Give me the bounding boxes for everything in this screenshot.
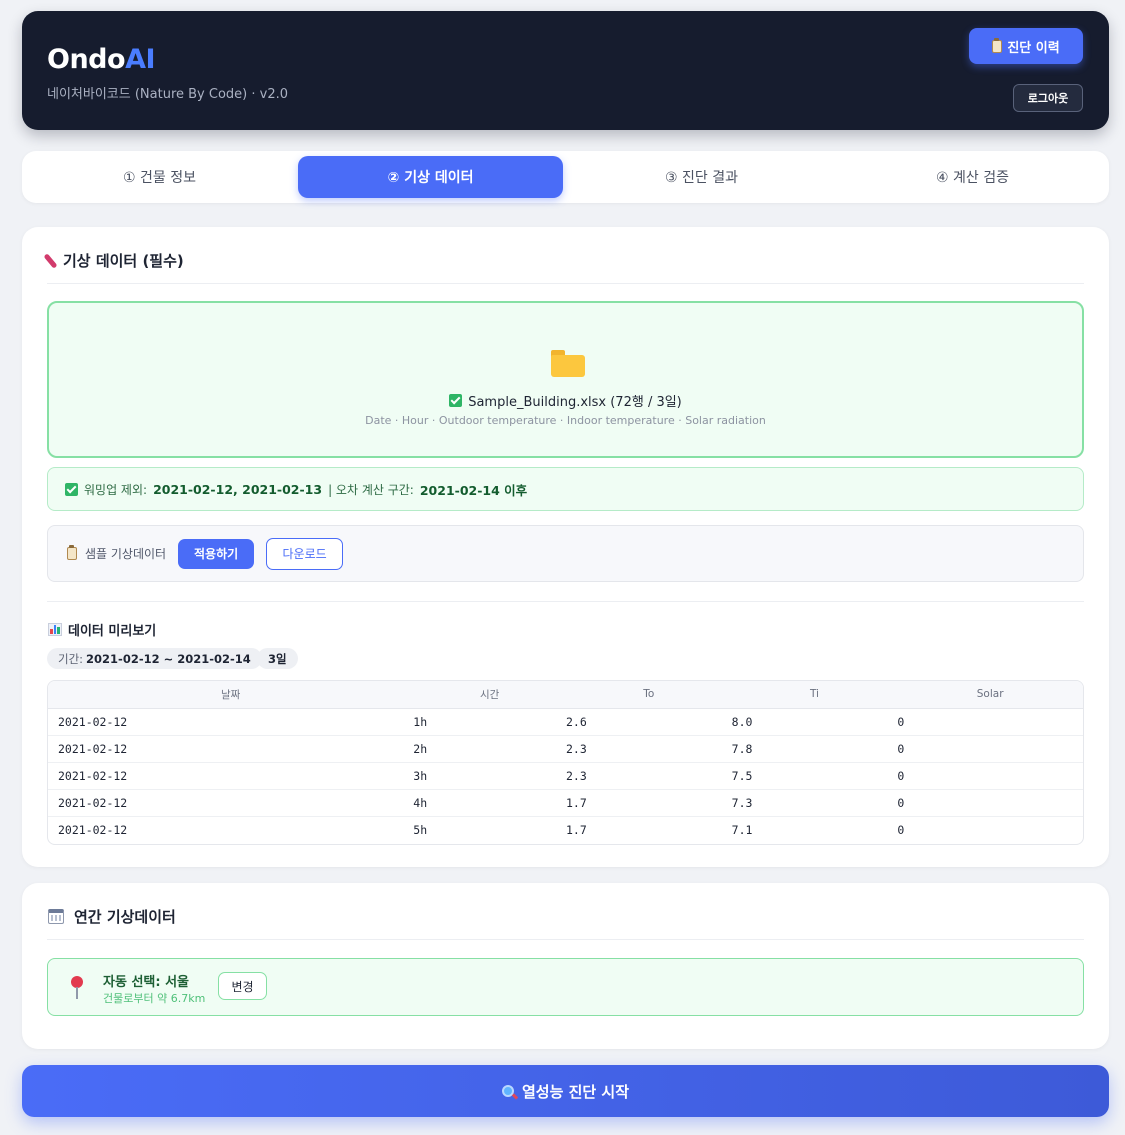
- table-cell: 1.7: [565, 822, 587, 837]
- table-cell: 7.8: [731, 735, 898, 763]
- checkmark-icon: [449, 394, 463, 407]
- table-cell: 5h: [413, 822, 428, 837]
- preview-title: 데이터 미리보기: [48, 620, 156, 639]
- start-diagnosis-button[interactable]: 열성능 진단 시작: [22, 1065, 1109, 1117]
- tab-building-info[interactable]: ① 건물 정보: [27, 156, 292, 198]
- table-cell: 2.3: [565, 762, 732, 790]
- warmup-notice: 워밍업 제외: 2021-02-12, 2021-02-13 | 오차 계산 구…: [47, 467, 1084, 511]
- table-cell: 0: [897, 822, 905, 837]
- file-dropzone[interactable]: Sample_Building.xlsx (72행 / 3일) Date · H…: [47, 301, 1084, 458]
- table-row: 2021-02-12 3h 2.3 7.5 0: [48, 762, 1083, 790]
- table-cell: 7.3: [731, 789, 898, 817]
- table-row: 2021-02-12 2h 2.3 7.8 0: [48, 735, 1083, 763]
- table-cell: 0: [897, 735, 1083, 763]
- calendar-icon: [48, 909, 64, 924]
- error-range-value: 2021-02-14 이후: [419, 482, 528, 498]
- history-button-label: 진단 이력: [1007, 40, 1060, 56]
- weather-data-card: 기상 데이터 (필수) Sample_Building.xlsx (72행 / …: [22, 227, 1109, 867]
- weather-station-box: 자동 선택: 서울 건물로부터 약 6.7km 변경: [47, 958, 1084, 1016]
- sample-data-label: 샘플 기상데이터: [85, 547, 167, 561]
- table-cell: 7.1: [731, 822, 753, 837]
- annual-weather-card: 연간 기상데이터 자동 선택: 서울 건물로부터 약 6.7km 변경: [22, 883, 1109, 1049]
- column-header: 시간: [413, 681, 566, 709]
- column-header: Solar: [897, 681, 1083, 709]
- clipboard-icon: [67, 545, 77, 560]
- warmup-label: 워밍업 제외:: [84, 482, 148, 497]
- annual-card-title: 연간 기상데이터: [48, 906, 176, 927]
- table-cell: 2021-02-12: [48, 789, 414, 817]
- table-cell: 3h: [413, 762, 566, 790]
- weather-card-title: 기상 데이터 (필수): [43, 250, 184, 271]
- station-distance: 건물로부터 약 6.7km: [103, 992, 206, 1005]
- thermometer-icon: [43, 252, 58, 269]
- table-cell: 4h: [413, 789, 566, 817]
- app-subtitle: 네이처바이코드 (Nature By Code) · v2.0: [47, 87, 289, 102]
- apply-sample-button[interactable]: 적용하기: [178, 538, 255, 569]
- location-pin-icon: [70, 976, 84, 1000]
- clipboard-icon: [992, 37, 1003, 53]
- days-badge: 3일: [257, 648, 298, 669]
- table-row: 2021-02-12 4h 1.7 7.3 0: [48, 789, 1083, 817]
- change-station-button[interactable]: 변경: [218, 972, 267, 1000]
- table-cell: 1h: [413, 708, 566, 736]
- station-name: 자동 선택: 서울: [103, 975, 190, 990]
- table-header-row: 날짜 시간 To Ti Solar: [48, 681, 1083, 709]
- table-cell: 8.0: [731, 708, 898, 736]
- table-row: 2021-02-12 5h 1.7 7.1 0: [48, 816, 1083, 843]
- table-cell: 2021-02-12: [58, 822, 128, 837]
- logout-button[interactable]: 로그아웃: [1013, 84, 1083, 112]
- column-header: 날짜: [48, 681, 414, 709]
- tab-weather-data[interactable]: ② 기상 데이터: [298, 156, 563, 198]
- warmup-dates: 2021-02-12, 2021-02-13: [153, 481, 323, 497]
- uploaded-file-name: Sample_Building.xlsx (72행 / 3일): [468, 395, 682, 410]
- table-cell: 2021-02-12: [48, 762, 414, 790]
- app-header: OndoAI 네이처바이코드 (Nature By Code) · v2.0 진…: [22, 11, 1109, 130]
- table-cell: 0: [897, 762, 1083, 790]
- brand-logo: OndoAI: [47, 44, 156, 75]
- start-diagnosis-label: 열성능 진단 시작: [521, 1082, 630, 1101]
- divider: [47, 939, 1084, 940]
- table-cell: 0: [897, 789, 1083, 817]
- sample-data-bar: 샘플 기상데이터 적용하기 다운로드: [47, 525, 1084, 582]
- period-badge: 기간: 2021-02-12 ~ 2021-02-14: [47, 648, 262, 669]
- step-tabs: ① 건물 정보 ② 기상 데이터 ③ 진단 결과 ④ 계산 검증: [22, 151, 1109, 203]
- tab-calculation-check[interactable]: ④ 계산 검증: [840, 156, 1105, 198]
- folder-icon: [551, 350, 585, 377]
- divider: [47, 283, 1084, 284]
- download-sample-button[interactable]: 다운로드: [266, 537, 344, 570]
- table-row: 2021-02-12 1h 2.6 8.0 0: [48, 708, 1083, 736]
- bar-chart-icon: [48, 623, 62, 636]
- checkmark-icon: [65, 482, 78, 496]
- table-cell: 7.5: [731, 762, 898, 790]
- table-cell: 1.7: [565, 789, 732, 817]
- table-cell: 2021-02-12: [48, 735, 414, 763]
- magnifier-icon: [501, 1085, 514, 1097]
- table-cell: 2h: [413, 735, 566, 763]
- tab-diagnosis-result[interactable]: ③ 진단 결과: [569, 156, 834, 198]
- table-cell: 2.6: [565, 708, 732, 736]
- error-range-label: | 오차 계산 구간:: [328, 482, 414, 497]
- preview-table: 날짜 시간 To Ti Solar 2021-02-12 1h 2.6 8.0 …: [47, 680, 1084, 845]
- table-cell: 0: [897, 708, 1083, 736]
- table-cell: 2.3: [565, 735, 732, 763]
- file-columns: Date · Hour · Outdoor temperature · Indo…: [365, 414, 766, 427]
- table-cell: 2021-02-12: [48, 708, 414, 736]
- uploaded-file-info: Sample_Building.xlsx (72행 / 3일): [49, 391, 1082, 410]
- history-button[interactable]: 진단 이력: [969, 28, 1083, 64]
- column-header: To: [565, 681, 732, 709]
- column-header: Ti: [731, 681, 898, 709]
- divider: [47, 601, 1084, 602]
